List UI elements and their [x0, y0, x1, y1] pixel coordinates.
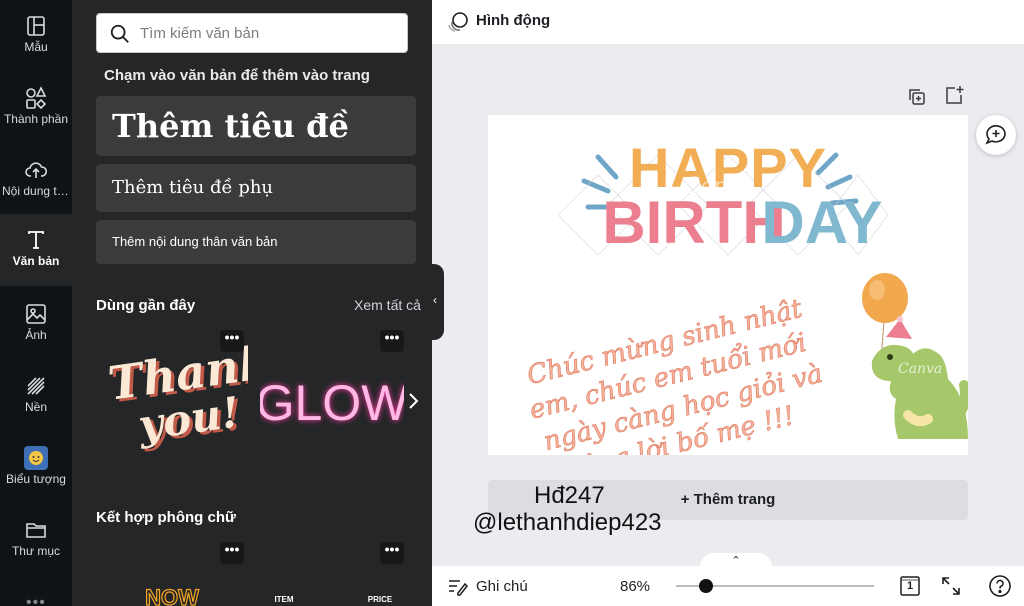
rail-item-text[interactable]: Văn bản: [0, 214, 72, 286]
add-comment-button[interactable]: [976, 115, 1016, 155]
recent-more-button-2[interactable]: •••: [380, 330, 404, 352]
birth-text: BIRTH: [602, 189, 785, 256]
rail-more-icon[interactable]: •••: [26, 594, 46, 606]
search-icon: [110, 24, 129, 43]
zoom-slider-handle[interactable]: [699, 579, 713, 593]
rail-item-photos[interactable]: Ảnh: [0, 288, 72, 360]
combo-price-text: PRICE: [368, 595, 393, 604]
upload-cloud-icon: [25, 162, 48, 178]
day-text: DAY: [761, 189, 882, 256]
overlay-text-line-2: @lethanhdiep423: [473, 509, 662, 536]
canva-editor: Mẫu Thành phần Nội dung tải lên Văn bản …: [0, 0, 1024, 606]
animate-button-label[interactable]: Hình động: [476, 12, 550, 29]
overlay-text-line-1: Hđ247: [534, 482, 605, 509]
rail-label: Văn bản: [12, 254, 60, 268]
expand-pages-tab[interactable]: ⌃: [700, 553, 772, 567]
animate-icon[interactable]: [446, 10, 470, 34]
image-icon: [26, 304, 46, 324]
rail-label: Thành phần: [3, 112, 69, 126]
rail-label: Mẫu: [24, 40, 48, 54]
add-heading-button[interactable]: Thêm tiêu đề: [96, 96, 416, 156]
combo-now-text: NOW: [145, 585, 199, 606]
rail-label: Thư mục: [11, 544, 61, 558]
combo-more-button[interactable]: •••: [220, 542, 244, 564]
notes-button-label[interactable]: Ghi chú: [476, 578, 528, 595]
add-subheading-button[interactable]: Thêm tiêu đề phụ: [96, 164, 416, 212]
combo-price[interactable]: PRICE: [360, 592, 400, 606]
search-box[interactable]: [96, 13, 408, 53]
chevron-right-icon[interactable]: [404, 388, 422, 414]
rail-item-uploads[interactable]: Nội dung tải lên: [0, 144, 72, 216]
recent-text-glow[interactable]: GLOW GLOW: [260, 350, 404, 450]
recent-section-title: Dùng gần đây: [96, 297, 196, 314]
combo-item[interactable]: ITEM: [264, 592, 304, 606]
rail-label: Biểu tượng: [6, 472, 66, 486]
folder-icon: [26, 523, 46, 538]
emoji-icon: [24, 446, 48, 470]
notes-icon[interactable]: [446, 576, 468, 598]
duplicate-page-icon[interactable]: [906, 86, 928, 108]
add-body-text-button[interactable]: Thêm nội dung thân văn bản: [96, 220, 416, 264]
text-icon: [28, 231, 44, 249]
text-panel: Chạm vào văn bản để thêm vào trang Thêm …: [72, 0, 432, 606]
glow-text: GLOW: [260, 375, 404, 431]
watermark-text: Canva: [683, 174, 753, 199]
editor-bottombar: Ghi chú 86% 1: [432, 566, 1024, 606]
panel-hint: Chạm vào văn bản để thêm vào trang: [104, 67, 370, 84]
recent-more-button[interactable]: •••: [220, 330, 244, 352]
page-count-button[interactable]: 1: [898, 574, 922, 598]
rail-label: Ảnh: [25, 328, 47, 342]
combo-more-button-2[interactable]: •••: [380, 542, 404, 564]
see-all-link[interactable]: Xem tất cả: [354, 297, 421, 313]
font-combo-section-title: Kết hợp phông chữ: [96, 509, 236, 526]
watermark-text-2: Canva: [898, 361, 942, 377]
rail-label: Nền: [24, 400, 47, 414]
dinosaur-illustration: [871, 316, 968, 439]
zoom-value: 86%: [620, 578, 651, 595]
recent-text-thank-you[interactable]: Thank Thank you! you!: [100, 336, 248, 456]
search-input[interactable]: [140, 20, 390, 46]
help-icon[interactable]: [988, 574, 1012, 598]
combo-item-text: ITEM: [274, 595, 293, 604]
wish-text-group: Chúc mừng sinh nhật em, chúc em tuổi mới…: [524, 293, 826, 455]
panel-collapse-handle[interactable]: ‹: [432, 264, 444, 340]
design-page[interactable]: HAPPY BIRTH DAY Canva Canva Chúc mừng si…: [488, 115, 968, 455]
rail-item-templates[interactable]: Mẫu: [0, 0, 72, 72]
rail-label: Nội dung tải lên: [2, 184, 72, 198]
background-icon: [27, 377, 45, 395]
chevron-left-icon: ‹: [433, 293, 437, 307]
fullscreen-icon[interactable]: [940, 575, 962, 597]
rail-item-background[interactable]: Nền: [0, 360, 72, 432]
comment-plus-icon: [985, 125, 1006, 145]
editor-topbar: Hình động: [432, 0, 1024, 44]
template-icon: [27, 16, 45, 36]
sidebar-rail: Mẫu Thành phần Nội dung tải lên Văn bản …: [0, 0, 72, 606]
page-count: 1: [906, 580, 914, 592]
rail-item-folders[interactable]: Thư mục: [0, 504, 72, 576]
rail-item-emoji[interactable]: Biểu tượng: [0, 432, 72, 504]
combo-now[interactable]: NOW: [142, 578, 202, 606]
elements-icon: [26, 86, 47, 110]
rail-item-elements[interactable]: Thành phần: [0, 72, 72, 144]
add-page-icon[interactable]: [943, 84, 965, 106]
